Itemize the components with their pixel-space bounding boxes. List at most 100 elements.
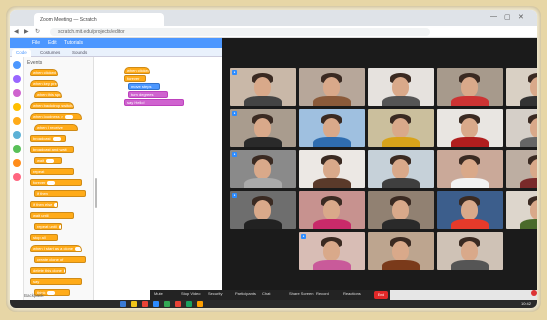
category-button[interactable] [13,145,21,153]
category-button[interactable] [13,117,21,125]
taskbar-app-icon[interactable] [153,301,159,307]
zoom-control-reactions[interactable]: Reactions [343,291,361,296]
zoom-control-security[interactable]: Security [208,291,222,296]
url-field[interactable]: scratch.mit.edu/projects/editor [50,28,430,36]
participant-video[interactable]: ● [230,191,296,229]
participant-face [530,159,537,179]
tab-sounds[interactable]: Sounds [68,49,91,57]
palette-scrollbar[interactable] [95,178,97,208]
zoom-control-share-screen[interactable]: Share Screen [289,291,313,296]
palette-block[interactable]: if then [34,190,86,197]
participant-video[interactable] [506,109,537,147]
end-meeting-button[interactable]: End [374,291,388,299]
participant-video[interactable] [299,68,365,106]
zoom-control-participants[interactable]: Participants [235,291,256,296]
participant-video[interactable] [299,109,365,147]
reload-icon[interactable]: ↻ [35,28,40,35]
minimize-icon[interactable]: — [490,13,497,20]
participant-video[interactable]: ● [230,150,296,188]
taskbar-app-icon[interactable] [175,301,181,307]
menu-edit[interactable]: Edit [48,40,57,46]
category-button[interactable] [13,61,21,69]
taskbar-app-icon[interactable] [120,301,126,307]
tab-costumes[interactable]: Costumes [36,49,64,57]
palette-block[interactable]: say [30,278,82,285]
maximize-icon[interactable]: ▢ [504,13,511,21]
tab-code[interactable]: Code [12,49,31,57]
forward-icon[interactable]: ▶ [24,28,29,35]
zoom-control-record[interactable]: Record [316,291,329,296]
palette-block[interactable]: broadcast and wait [30,146,74,153]
code-workspace[interactable]: when clicked forever move steps turn degree… [94,57,222,300]
taskbar-app-icon[interactable] [164,301,170,307]
participant-video[interactable] [368,109,434,147]
palette-block[interactable]: wait [34,157,62,164]
palette-block[interactable]: create clone of [34,256,86,263]
palette-block[interactable]: if then else [30,201,58,208]
palette-block[interactable]: repeat [30,168,74,175]
palette-block[interactable]: delete this clone [30,267,66,274]
participant-video[interactable] [506,68,537,106]
palette-block[interactable]: forever [30,179,82,186]
menu-tutorials[interactable]: Tutorials [64,40,83,46]
mic-icon: ● [232,152,237,157]
participant-video[interactable]: ● [230,68,296,106]
participant-video[interactable] [299,191,365,229]
zoom-control-chat[interactable]: Chat [262,291,270,296]
participant-video[interactable] [437,191,503,229]
back-icon[interactable]: ◀ [14,28,19,35]
participant-video[interactable] [506,150,537,188]
palette-block[interactable]: when I start as a clone [30,245,82,252]
participant-video[interactable] [506,191,537,229]
palette-block[interactable]: repeat until [34,223,62,230]
category-sidebar [10,57,24,300]
category-button[interactable] [13,131,21,139]
palette-block[interactable]: stop all [30,234,58,241]
taskbar-app-icon[interactable] [131,301,137,307]
palette-block[interactable]: broadcast [30,135,66,142]
participant-video[interactable] [368,68,434,106]
category-button[interactable] [13,173,21,181]
participant-video[interactable]: ● [299,232,365,270]
category-button[interactable] [13,159,21,167]
participant-video[interactable] [437,232,503,270]
palette-block[interactable]: when this sprite clicked [34,91,62,98]
script-block[interactable]: forever [124,75,146,82]
category-button[interactable] [13,103,21,111]
participant-video[interactable] [437,150,503,188]
script-block[interactable]: turn degrees [128,91,168,98]
palette-block[interactable]: when I receive [34,124,78,131]
participant-video[interactable] [437,109,503,147]
taskbar-app-icon[interactable] [186,301,192,307]
taskbar-app-icon[interactable] [197,301,203,307]
participant-video[interactable]: ● [230,109,296,147]
participant-face [461,200,478,220]
palette-block[interactable]: when backdrop switches [30,102,74,109]
scratch-tabs: Code Costumes Sounds [10,48,222,57]
palette-block[interactable]: wait until [30,212,74,219]
script-block[interactable]: move steps [128,83,160,90]
zoom-control-mute[interactable]: Mute [154,291,163,296]
category-button[interactable] [13,89,21,97]
category-button[interactable] [13,75,21,83]
participant-video[interactable] [368,191,434,229]
block-palette: Events when clicked when key pressed when … [24,57,94,300]
menu-file[interactable]: File [32,40,40,46]
palette-block[interactable]: when loudness > [30,113,82,120]
backpack-label[interactable]: Backpack [24,293,44,298]
participant-video[interactable] [368,150,434,188]
script-block[interactable]: say Hello! [124,99,184,106]
script-block[interactable]: when clicked [124,67,150,74]
participant-video[interactable] [368,232,434,270]
participant-face [323,200,340,220]
taskbar-app-icon[interactable] [142,301,148,307]
participant-video[interactable] [299,150,365,188]
palette-block[interactable]: when key pressed [30,80,58,87]
participant-video[interactable] [437,68,503,106]
participant-face [530,77,537,97]
browser-tab[interactable]: Zoom Meeting — Scratch [34,13,164,26]
participant-face [530,200,537,220]
zoom-control-stop-video[interactable]: Stop Video [181,291,201,296]
palette-block[interactable]: when clicked [30,69,58,76]
close-icon[interactable]: ✕ [518,13,524,21]
